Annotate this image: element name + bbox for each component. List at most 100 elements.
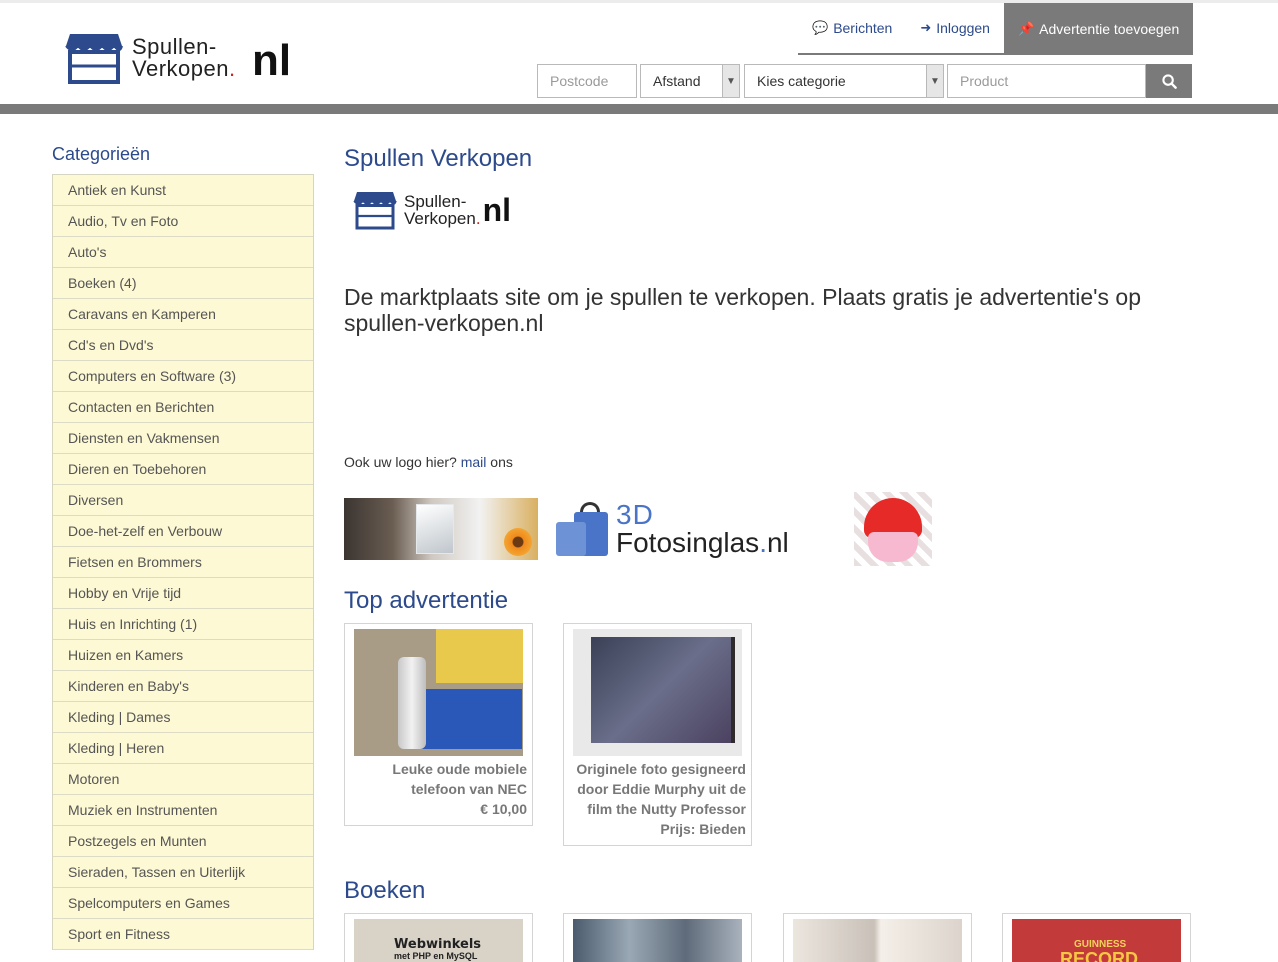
sidebar-item[interactable]: Motoren [53, 764, 313, 795]
book-cover-subtitle: met PHP en MySQL [394, 951, 478, 961]
banner-crystal-photo[interactable] [344, 498, 538, 560]
nav-berichten-label: Berichten [833, 20, 893, 36]
sidebar-item[interactable]: Computers en Software (3) [53, 361, 313, 392]
nav-inloggen[interactable]: ➜ Inloggen [906, 3, 1004, 53]
chevron-down-icon: ▼ [926, 65, 943, 97]
content-logo-text: Spullen- Verkopen. [404, 193, 481, 227]
category-select[interactable]: Kies categorie ▼ [744, 64, 944, 98]
phone-image [398, 657, 426, 749]
ad-price: Prijs: Bieden [660, 821, 746, 837]
site-logo[interactable]: Spullen- Verkopen. nl [64, 28, 304, 88]
sidebar-item[interactable]: Cd's en Dvd's [53, 330, 313, 361]
sidebar-item[interactable]: Antiek en Kunst [53, 175, 313, 206]
book-photo: Webwinkels met PHP en MySQL [354, 919, 523, 962]
product-input[interactable]: Product [947, 64, 1146, 98]
ad-price: € 10,00 [480, 801, 527, 817]
advertise-note-before: Ook uw logo hier? [344, 454, 461, 470]
manual-image [436, 629, 523, 683]
ad-photo [573, 629, 742, 756]
fotosinglas-tld: nl [766, 527, 789, 558]
mail-link[interactable]: mail [461, 454, 487, 470]
sidebar-item[interactable]: Spelcomputers en Games [53, 888, 313, 919]
book-card[interactable]: GUINNESS RECORD [1002, 913, 1191, 962]
category-list: Antiek en Kunst Audio, Tv en Foto Auto's Bo… [52, 174, 314, 950]
box-image [416, 689, 522, 749]
fotosinglas-dot: . [759, 527, 767, 558]
search-button[interactable] [1146, 64, 1192, 98]
sidebar-item[interactable]: Postzegels en Munten [53, 826, 313, 857]
advertise-note-after: ons [486, 454, 513, 470]
shop-icon [65, 34, 123, 84]
logo-dot: . [228, 56, 236, 81]
sidebar-item[interactable]: Auto's [53, 237, 313, 268]
ad-title[interactable]: Originele foto gesigneerd door Eddie Mur… [564, 759, 751, 819]
sidebar-item[interactable]: Doe-het-zelf en Verbouw [53, 516, 313, 547]
content-logo-tld: nl [482, 191, 512, 228]
sidebar-item[interactable]: Huis en Inrichting (1) [53, 609, 313, 640]
sidebar-item[interactable]: Kinderen en Baby's [53, 671, 313, 702]
sidebar-item[interactable]: Audio, Tv en Foto [53, 206, 313, 237]
sidebar-item[interactable]: Fietsen en Brommers [53, 547, 313, 578]
shop-icon [353, 192, 397, 230]
sidebar-title: Categorieën [52, 144, 151, 164]
boeken-title: Boeken [344, 877, 426, 904]
ad-card[interactable]: Originele foto gesigneerd door Eddie Mur… [563, 623, 752, 846]
sidebar-item[interactable]: Sport en Fitness [53, 919, 313, 950]
search-bar: Postcode Afstand ▼ Kies categorie ▼ Prod… [537, 64, 1192, 98]
sidebar-item[interactable]: Diversen [53, 485, 313, 516]
logo-word-verkopen: Verkopen [132, 56, 229, 81]
advertise-note: Ook uw logo hier? mail ons [344, 454, 513, 470]
intro-text: De marktplaats site om je spullen te ver… [344, 284, 1142, 336]
nav-berichten[interactable]: 💬 Berichten [798, 3, 906, 53]
book-cover-main: RECORD [1060, 949, 1139, 962]
sidebar-item[interactable]: Contacten en Berichten [53, 392, 313, 423]
postcode-input[interactable]: Postcode [537, 64, 637, 98]
banner-crochet-mushroom[interactable] [854, 492, 932, 566]
afstand-select[interactable]: Afstand ▼ [640, 64, 740, 98]
sign-in-icon: ➜ [920, 20, 932, 35]
sidebar-item[interactable]: Huizen en Kamers [53, 640, 313, 671]
ad-title[interactable]: Leuke oude mobiele telefoon van NEC [345, 759, 532, 799]
sidebar-item[interactable]: Caravans en Kamperen [53, 299, 313, 330]
sidebar-item[interactable]: Dieren en Toebehoren [53, 454, 313, 485]
book-card[interactable] [563, 913, 752, 962]
ad-photo [354, 629, 523, 756]
content-logo: Spullen- Verkopen. nl [352, 186, 511, 234]
logo-text: Spullen- Verkopen. [132, 36, 236, 80]
nav-advertentie-toevoegen[interactable]: 📌 Advertentie toevoegen [1003, 3, 1194, 55]
nav-inloggen-label: Inloggen [936, 20, 990, 36]
book-card[interactable] [783, 913, 972, 962]
sidebar-item[interactable]: Boeken (4) [53, 268, 313, 299]
sidebar-item[interactable]: Hobby en Vrije tijd [53, 578, 313, 609]
book-photo [573, 919, 742, 962]
banner-fotosinglas[interactable]: 3D Fotosinglas.nl [556, 498, 816, 560]
sidebar-item[interactable]: Sieraden, Tassen en Uiterlijk [53, 857, 313, 888]
sidebar-item[interactable]: Muziek en Instrumenten [53, 795, 313, 826]
sidebar-item[interactable]: Kleding | Heren [53, 733, 313, 764]
mushroom-body-image [868, 532, 918, 562]
fotosinglas-prefix: 3D [616, 499, 654, 530]
photo-frame [573, 629, 742, 756]
category-value: Kies categorie [757, 73, 846, 89]
shopping-bag-icon [556, 500, 612, 558]
page-title: Spullen Verkopen [344, 145, 533, 172]
chevron-down-icon: ▼ [722, 65, 739, 97]
top-advertentie-title: Top advertentie [344, 587, 509, 614]
nav-advertentie-label: Advertentie toevoegen [1039, 21, 1180, 37]
content-logo-dot: . [475, 209, 481, 228]
afstand-value: Afstand [653, 73, 701, 89]
content-logo-word: Verkopen [404, 209, 476, 228]
content-logo-line-1: Spullen- [404, 192, 467, 211]
header-divider [0, 104, 1278, 114]
sidebar-item[interactable]: Kleding | Dames [53, 702, 313, 733]
flower-image [504, 528, 532, 556]
search-icon [1161, 73, 1177, 89]
comments-icon: 💬 [812, 20, 829, 35]
book-photo [793, 919, 962, 962]
ad-card[interactable]: Leuke oude mobiele telefoon van NEC € 10… [344, 623, 533, 826]
logo-line-1: Spullen- [132, 34, 217, 59]
book-card[interactable]: Webwinkels met PHP en MySQL [344, 913, 533, 962]
sidebar-item[interactable]: Diensten en Vakmensen [53, 423, 313, 454]
book-cover-title: Webwinkels [394, 937, 482, 952]
thumbtack-icon: 📌 [1017, 21, 1035, 36]
